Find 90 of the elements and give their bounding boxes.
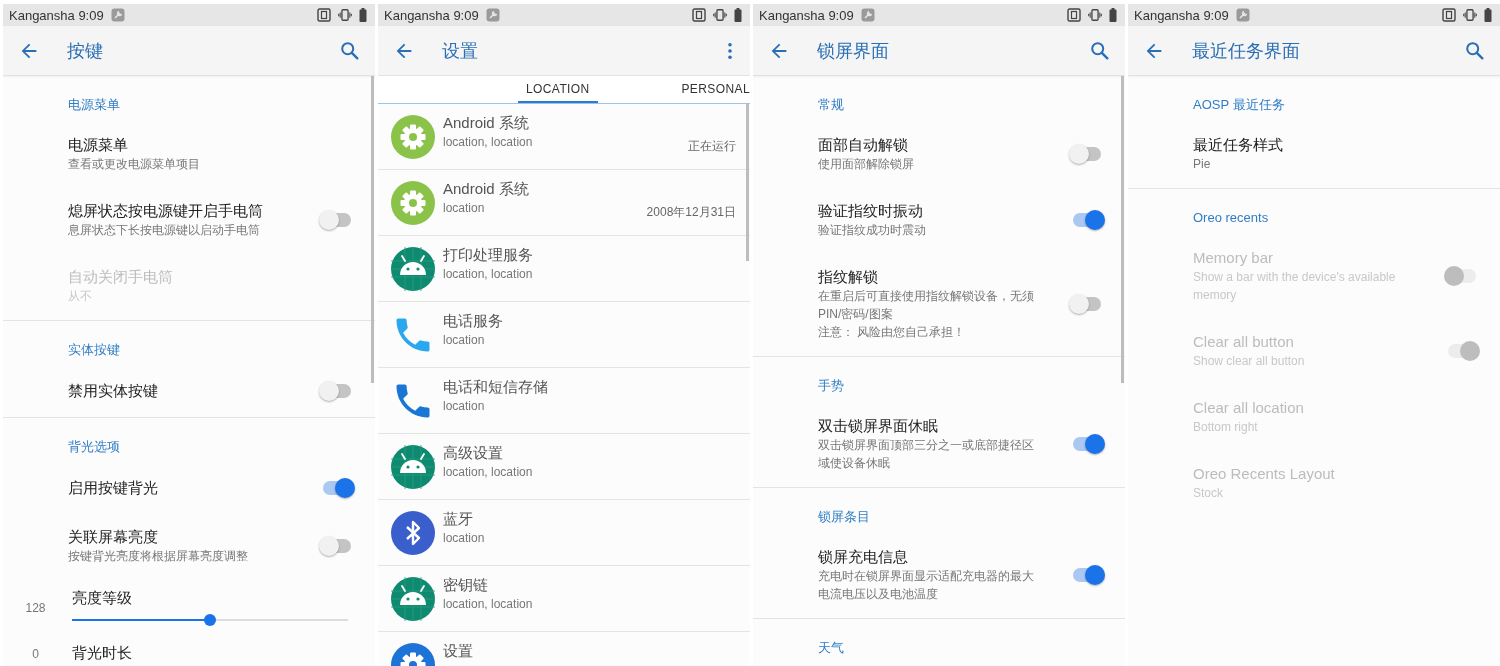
notification-icon bbox=[110, 8, 125, 22]
app-permissions: location, location bbox=[443, 464, 533, 481]
section-header: 背光选项 bbox=[67, 438, 121, 456]
android-robot-icon bbox=[391, 444, 435, 489]
setting-title[interactable]: 禁用实体按键 bbox=[68, 381, 158, 401]
notification-icon bbox=[485, 8, 500, 22]
setting-summary: 验证指纹成功时震动 bbox=[818, 222, 926, 239]
tab[interactable]: LOCATION bbox=[518, 76, 598, 103]
app-permissions: location bbox=[443, 398, 485, 415]
setting-summary: 双击锁屏界面顶部三分之一或底部捷径区域使设备休眠 bbox=[818, 437, 1035, 472]
scrollbar[interactable] bbox=[371, 76, 374, 383]
app-name[interactable]: 密钥链 bbox=[443, 575, 488, 595]
app-name[interactable]: 电话服务 bbox=[443, 311, 503, 331]
section-header: 电源菜单 bbox=[67, 96, 121, 114]
slider-value: 0 bbox=[31, 646, 40, 661]
slider-track[interactable] bbox=[72, 614, 348, 626]
setting-title[interactable]: 验证指纹时振动 bbox=[818, 201, 923, 221]
setting-summary: 按键背光亮度将根据屏幕亮度调整 bbox=[68, 548, 248, 565]
app-permissions: location, location bbox=[443, 266, 533, 283]
app-permissions: location, location bbox=[443, 596, 533, 613]
setting-title[interactable]: 指纹解锁 bbox=[818, 267, 878, 287]
setting-title[interactable]: 熄屏状态按电源键开启手电筒 bbox=[68, 201, 263, 221]
status-time: Kangansha 9:09 bbox=[384, 7, 479, 23]
slider-thumb[interactable] bbox=[204, 614, 216, 626]
app-name[interactable]: Android 系统 bbox=[443, 179, 529, 199]
setting-title[interactable]: 最近任务样式 bbox=[1193, 135, 1283, 155]
section-header: 锁屏条目 bbox=[817, 508, 871, 526]
slider-value: 128 bbox=[24, 600, 47, 615]
status-time: Kangansha 9:09 bbox=[1134, 7, 1229, 23]
search-icon[interactable] bbox=[339, 39, 361, 62]
setting-summary: 充电时在锁屏界面显示适配充电器的最大电流电压以及电池温度 bbox=[818, 568, 1035, 603]
gear-icon bbox=[391, 114, 435, 159]
app-name[interactable]: 高级设置 bbox=[443, 443, 503, 463]
app-name[interactable]: Android 系统 bbox=[443, 113, 529, 133]
section-header: AOSP 最近任务 bbox=[1192, 96, 1286, 114]
section-header: 手势 bbox=[817, 377, 845, 395]
screen-title: 按键 bbox=[67, 39, 103, 63]
notification-icon bbox=[860, 8, 875, 22]
screen-title: 设置 bbox=[442, 39, 478, 63]
bluetooth-icon bbox=[391, 510, 435, 555]
setting-summary: Pie bbox=[1193, 156, 1211, 173]
section-header: 天气 bbox=[817, 639, 845, 657]
search-icon[interactable] bbox=[1464, 39, 1486, 62]
setting-summary: 查看或更改电源菜单项目 bbox=[68, 156, 200, 173]
vibrate-icon bbox=[713, 8, 727, 22]
app-status: 2008年12月31日 bbox=[646, 204, 736, 221]
overflow-menu-icon[interactable] bbox=[727, 41, 733, 60]
vibrate-icon bbox=[338, 8, 352, 22]
notification-icon bbox=[1235, 8, 1250, 22]
setting-title[interactable]: 双击锁屏界面休眠 bbox=[818, 416, 938, 436]
setting-summary: 在重启后可直接使用指纹解锁设备，无须PIN/密码/图案 bbox=[818, 288, 1035, 323]
app-status: 正在运行 bbox=[688, 138, 736, 155]
battery-icon bbox=[1109, 8, 1117, 22]
battery-icon bbox=[1484, 8, 1492, 22]
search-icon[interactable] bbox=[1089, 39, 1111, 62]
app-name[interactable]: 蓝牙 bbox=[443, 509, 473, 529]
setting-summary: 息屏状态下长按电源键以启动手电筒 bbox=[68, 222, 260, 239]
setting-summary: 使用面部解除锁屏 bbox=[818, 156, 914, 173]
scrollbar[interactable] bbox=[746, 104, 749, 262]
gear-icon bbox=[391, 180, 435, 225]
section-header: Oreo recents bbox=[1192, 209, 1270, 227]
app-permissions: location bbox=[443, 200, 485, 217]
section-header: 常规 bbox=[817, 96, 845, 114]
setting-title[interactable]: 面部自动解锁 bbox=[818, 135, 908, 155]
scrollbar[interactable] bbox=[1121, 76, 1124, 383]
app-permissions: location, location bbox=[443, 134, 533, 151]
android-robot-icon bbox=[391, 246, 435, 291]
tab[interactable]: PERSONAL bbox=[673, 76, 750, 103]
setting-title[interactable]: 启用按键背光 bbox=[68, 478, 158, 498]
setting-warning: 注意： 风险由您自己承担！ bbox=[818, 324, 966, 341]
vibrate-icon bbox=[1463, 8, 1477, 22]
screen-title: 最近任务界面 bbox=[1192, 39, 1300, 63]
vibrate-icon bbox=[1088, 8, 1102, 22]
setting-title[interactable]: 电源菜单 bbox=[68, 135, 128, 155]
app-permissions: location bbox=[443, 332, 485, 349]
app-name[interactable]: 设置 bbox=[443, 641, 473, 661]
status-time: Kangansha 9:09 bbox=[9, 7, 104, 23]
status-time: Kangansha 9:09 bbox=[759, 7, 854, 23]
battery-icon bbox=[734, 8, 742, 22]
section-header: 实体按键 bbox=[67, 341, 121, 359]
setting-title[interactable]: 锁屏充电信息 bbox=[818, 547, 908, 567]
app-permissions: location bbox=[443, 530, 485, 547]
setting-title[interactable]: 关联屏幕亮度 bbox=[68, 527, 158, 547]
screen-title: 锁屏界面 bbox=[817, 39, 889, 63]
battery-icon bbox=[359, 8, 367, 22]
app-name[interactable]: 打印处理服务 bbox=[443, 245, 533, 265]
app-name[interactable]: 电话和短信存储 bbox=[443, 377, 548, 397]
slider-label: 亮度等级 bbox=[72, 588, 133, 608]
android-robot-icon bbox=[391, 576, 435, 621]
slider-label: 背光时长 bbox=[72, 643, 133, 663]
